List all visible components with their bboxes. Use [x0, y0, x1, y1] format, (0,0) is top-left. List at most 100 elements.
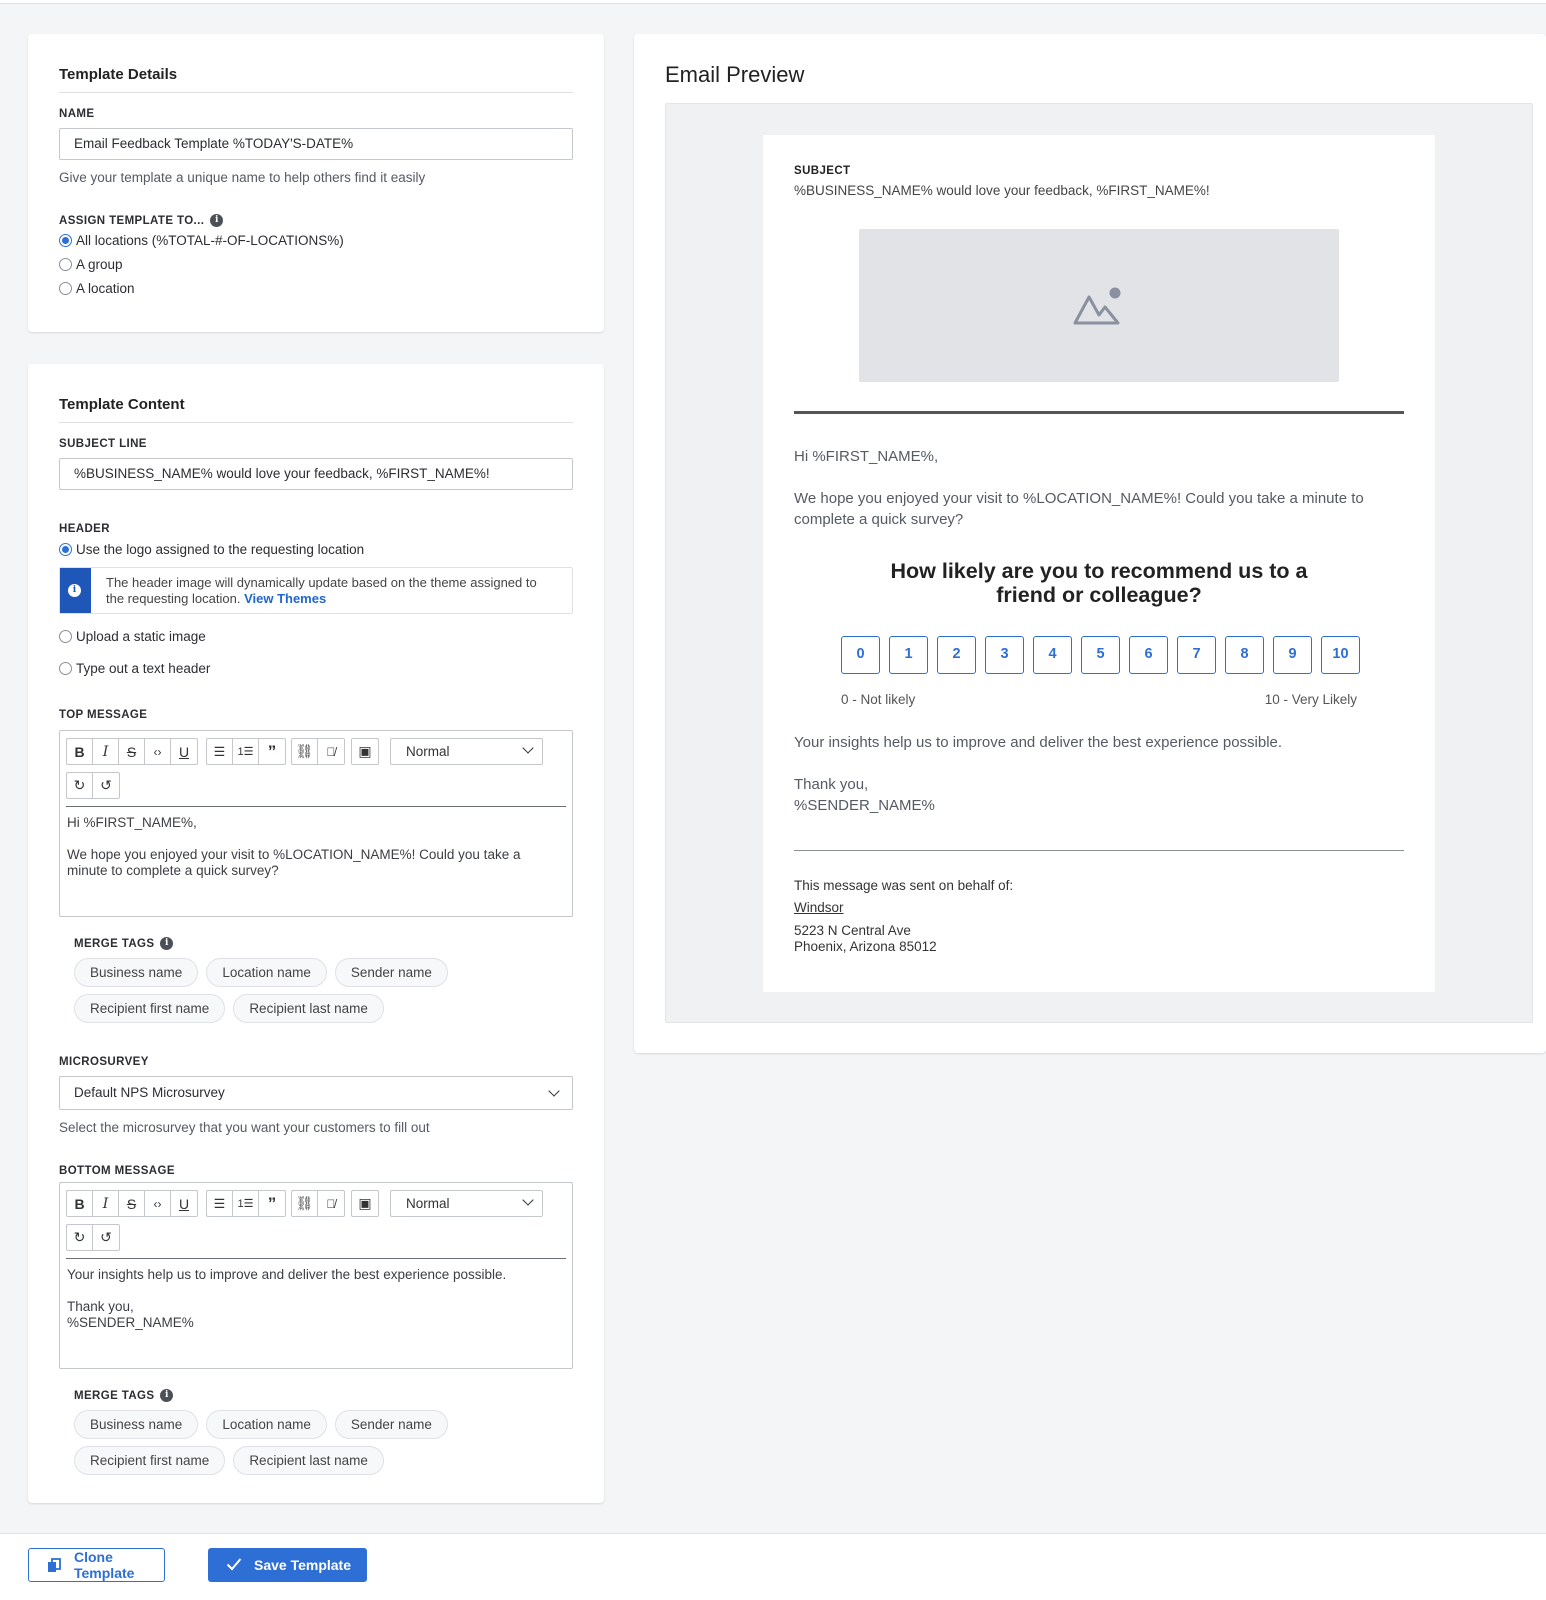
bullet-list-icon[interactable]: ☰ [207, 739, 233, 764]
image-icon[interactable]: ▣ [352, 1191, 378, 1216]
name-help-text: Give your template a unique name to help… [59, 170, 426, 185]
merge-tag-sender-name[interactable]: Sender name [334, 958, 448, 987]
template-name-input[interactable]: Email Feedback Template %TODAY'S-DATE% [59, 128, 573, 160]
undo-icon[interactable]: ↺ [93, 773, 119, 798]
preview-thanks: Thank you, [794, 776, 869, 793]
merge-tag-recipient-first-name[interactable]: Recipient first name [74, 1446, 226, 1475]
nps-option-5[interactable]: 5 [1081, 636, 1120, 674]
microsurvey-label: MICROSURVEY [59, 1056, 149, 1068]
footer-divider [794, 850, 1404, 851]
nps-option-9[interactable]: 9 [1273, 636, 1312, 674]
top-message-editor[interactable]: B I S ‹› U ☰ 1☰ ” ⛓ ⛓̸ ▣ Normal ↻ ↺ Hi %… [59, 730, 573, 917]
template-content-card: Template Content SUBJECT LINE %BUSINESS_… [28, 364, 604, 1503]
info-icon[interactable]: i [160, 937, 174, 950]
header-option-text[interactable]: Type out a text header [59, 661, 210, 676]
nps-option-1[interactable]: 1 [889, 636, 928, 674]
microsurvey-select[interactable]: Default NPS Microsurvey [59, 1076, 573, 1110]
header-option-static-image[interactable]: Upload a static image [59, 629, 206, 644]
info-icon[interactable]: i [160, 1389, 174, 1402]
code-icon[interactable]: ‹› [145, 739, 171, 764]
preview-outro: Your insights help us to improve and del… [794, 734, 1283, 751]
info-icon[interactable]: i [210, 214, 224, 227]
nps-option-10[interactable]: 10 [1321, 636, 1360, 674]
merge-tag-recipient-last-name[interactable]: Recipient last name [233, 1446, 384, 1475]
bottom-message-editor[interactable]: B I S ‹› U ☰ 1☰ ” ⛓ ⛓̸ ▣ Normal ↻ ↺ Your… [59, 1182, 573, 1369]
merge-tags-label-text: MERGE TAGS [74, 1389, 155, 1402]
merge-tag-recipient-last-name[interactable]: Recipient last name [233, 994, 384, 1023]
nps-option-3[interactable]: 3 [985, 636, 1024, 674]
header-option-logo[interactable]: Use the logo assigned to the requesting … [59, 542, 364, 557]
nps-option-7[interactable]: 7 [1177, 636, 1216, 674]
bold-icon[interactable]: B [67, 1191, 93, 1216]
view-themes-link[interactable]: View Themes [244, 591, 326, 606]
undo-icon[interactable]: ↺ [93, 1225, 119, 1250]
radio-icon[interactable] [59, 258, 72, 271]
nps-option-6[interactable]: 6 [1129, 636, 1168, 674]
preview-greeting: Hi %FIRST_NAME%, [794, 448, 939, 465]
redo-icon[interactable]: ↻ [67, 773, 93, 798]
merge-tag-business-name[interactable]: Business name [74, 1410, 199, 1439]
unlink-icon[interactable]: ⛓̸ [318, 1191, 344, 1216]
nps-option-2[interactable]: 2 [937, 636, 976, 674]
radio-icon[interactable] [59, 282, 72, 295]
merge-tag-location-name[interactable]: Location name [206, 958, 327, 987]
link-group: ⛓ ⛓̸ [291, 738, 345, 765]
radio-checked-icon[interactable] [59, 543, 72, 556]
action-bar: Clone Template Save Template [0, 1533, 1546, 1600]
top-message-text[interactable]: Hi %FIRST_NAME%, We hope you enjoyed you… [67, 815, 562, 879]
assign-option-group[interactable]: A group [59, 257, 123, 272]
radio-icon[interactable] [59, 662, 72, 675]
numbered-list-icon[interactable]: 1☰ [233, 1191, 259, 1216]
chevron-down-icon [522, 1194, 534, 1206]
check-icon [226, 1558, 242, 1571]
assign-option-label: All locations (%TOTAL-#-OF-LOCATIONS%) [76, 233, 344, 248]
nps-option-4[interactable]: 4 [1033, 636, 1072, 674]
header-divider [794, 411, 1404, 414]
nps-option-8[interactable]: 8 [1225, 636, 1264, 674]
assign-option-location[interactable]: A location [59, 281, 135, 296]
merge-tags-row: Business name Location name Sender name [74, 1410, 448, 1439]
clone-icon [48, 1558, 61, 1572]
numbered-list-icon[interactable]: 1☰ [233, 739, 259, 764]
merge-tags-row: Recipient first name Recipient last name [74, 994, 384, 1023]
strikethrough-icon[interactable]: S [119, 739, 145, 764]
image-icon[interactable]: ▣ [352, 739, 378, 764]
clone-template-button[interactable]: Clone Template [28, 1548, 165, 1582]
nps-option-0[interactable]: 0 [841, 636, 880, 674]
unlink-icon[interactable]: ⛓̸ [318, 739, 344, 764]
assign-option-all-locations[interactable]: All locations (%TOTAL-#-OF-LOCATIONS%) [59, 233, 344, 248]
save-template-button[interactable]: Save Template [208, 1548, 367, 1582]
bottom-message-label: BOTTOM MESSAGE [59, 1165, 175, 1177]
text-style-select[interactable]: Normal [390, 1190, 543, 1217]
link-icon[interactable]: ⛓ [292, 1191, 318, 1216]
blockquote-icon[interactable]: ” [259, 1191, 285, 1216]
top-border [0, 0, 1546, 4]
italic-icon[interactable]: I [93, 1191, 119, 1216]
blockquote-icon[interactable]: ” [259, 739, 285, 764]
bottom-message-text[interactable]: Your insights help us to improve and del… [67, 1267, 562, 1331]
nps-low-label: 0 - Not likely [841, 692, 916, 707]
redo-icon[interactable]: ↻ [67, 1225, 93, 1250]
info-icon: i [68, 584, 81, 597]
text-style-select[interactable]: Normal [390, 738, 543, 765]
subject-line-input[interactable]: %BUSINESS_NAME% would love your feedback… [59, 458, 573, 490]
link-icon[interactable]: ⛓ [292, 739, 318, 764]
merge-tag-business-name[interactable]: Business name [74, 958, 199, 987]
code-icon[interactable]: ‹› [145, 1191, 171, 1216]
merge-tag-recipient-first-name[interactable]: Recipient first name [74, 994, 226, 1023]
italic-icon[interactable]: I [93, 739, 119, 764]
notice-text: The header image will dynamically update… [106, 575, 546, 607]
underline-icon[interactable]: U [171, 739, 197, 764]
strikethrough-icon[interactable]: S [119, 1191, 145, 1216]
nps-question: How likely are you to recommend us to a … [890, 559, 1308, 607]
header-info-notice: i The header image will dynamically upda… [59, 567, 573, 614]
radio-checked-icon[interactable] [59, 234, 72, 247]
merge-tag-location-name[interactable]: Location name [206, 1410, 327, 1439]
radio-icon[interactable] [59, 630, 72, 643]
bold-icon[interactable]: B [67, 739, 93, 764]
assign-option-label: A group [76, 257, 123, 272]
underline-icon[interactable]: U [171, 1191, 197, 1216]
preview-sender: %SENDER_NAME% [794, 797, 935, 814]
bullet-list-icon[interactable]: ☰ [207, 1191, 233, 1216]
merge-tag-sender-name[interactable]: Sender name [334, 1410, 448, 1439]
